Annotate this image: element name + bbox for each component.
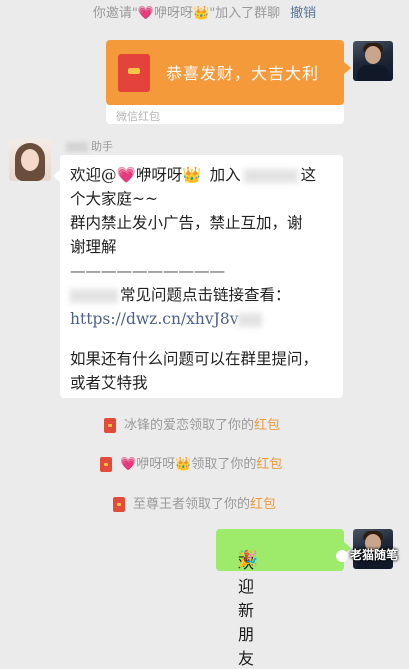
red-packet-claim-notice: 冰锋的爱恋领取了你的红包 [104, 414, 280, 433]
party-popper-icon: 🎉 [238, 549, 258, 568]
avatar-face [365, 46, 381, 64]
message-line: 或者艾特我 [70, 374, 148, 392]
notice-text-end: "加入了群聊 [209, 6, 281, 21]
redacted-text [70, 289, 118, 303]
red-packet-message[interactable]: 恭喜发财，大吉大利 [106, 40, 344, 105]
red-packet-icon [100, 457, 112, 472]
welcome-message-bubble[interactable]: 欢迎@💗咿呀呀👑 加入 这 个大家庭~~ 群内禁止发小广告，禁止互加，谢 谢理解 —… [60, 155, 343, 398]
red-envelope-icon [118, 54, 150, 92]
heart-emoji-icon: 💗 [120, 457, 137, 472]
message-text: 加入 [209, 166, 241, 184]
crown-emoji-icon: 👑 [175, 457, 192, 472]
assistant-avatar[interactable] [9, 139, 51, 181]
bubble-tail [344, 62, 351, 74]
red-packet-link[interactable]: 红包 [250, 497, 276, 512]
message-line: 如果还有什么问题可以在群里提问， [70, 350, 319, 368]
wechat-logo-icon [336, 549, 348, 562]
message-text: 常见问题点击链接查看： [120, 286, 291, 304]
red-packet-footer: 微信红包 [106, 105, 344, 124]
redacted-group-name [243, 169, 298, 183]
message-line: 欢迎@💗咿呀呀👑 加入 这 [70, 163, 316, 187]
link-text[interactable]: https://dwz.cn/xhvJ8v [70, 310, 238, 328]
red-packet-icon [104, 418, 116, 433]
red-packet-claim-notice: 至尊王者领取了你的红包 [113, 493, 276, 512]
notice-text: 至尊王者领取了你的 [133, 497, 251, 512]
message-line: 谢理解 [70, 238, 117, 256]
red-packet-greeting: 恭喜发财，大吉大利 [166, 64, 320, 83]
message-text: 欢迎@ [70, 166, 117, 184]
message-line: 群内禁止发小广告，禁止互加，谢 [70, 214, 303, 232]
heart-emoji-icon: 💗 [116, 166, 136, 184]
message-line: 个大家庭~~ [70, 190, 158, 208]
notice-text: 你邀请" [92, 6, 138, 21]
watermark: 老猫随笔 [336, 546, 398, 563]
message-line: 常见问题点击链接查看： [70, 283, 291, 307]
help-link[interactable]: https://dwz.cn/xhvJ8v [70, 307, 263, 331]
notice-text: 领取了你的 [191, 457, 257, 472]
message-divider: —————————— [70, 262, 225, 280]
redacted-link-tail [238, 313, 263, 327]
sender-suffix: 助手 [91, 140, 113, 153]
watermark-text: 老猫随笔 [350, 548, 399, 562]
avatar-face [21, 149, 39, 171]
red-packet-link[interactable]: 红包 [256, 457, 282, 472]
crown-emoji-icon: 👑 [182, 166, 202, 184]
envelope-seal [128, 68, 140, 74]
red-packet-icon [113, 497, 125, 512]
heart-emoji-icon: 💗 [137, 6, 154, 21]
message-text: 这 [300, 166, 317, 184]
avatar-suit [357, 65, 389, 81]
crown-emoji-icon: 👑 [193, 6, 210, 21]
system-invite-notice: 你邀请"💗咿呀呀👑"加入了群聊 撤销 [0, 2, 409, 21]
revoke-link[interactable]: 撤销 [290, 6, 316, 21]
red-packet-claim-notice: 💗咿呀呀👑领取了你的红包 [100, 453, 282, 472]
bubble-tail [53, 170, 60, 182]
sender-name: 助手 [66, 138, 113, 154]
notice-text: 冰锋的爱恋领取了你的 [124, 418, 255, 433]
my-avatar[interactable] [353, 41, 393, 81]
red-packet-label: 微信红包 [116, 110, 160, 123]
red-packet-link[interactable]: 红包 [254, 418, 280, 433]
claimer-name: 咿呀呀 [136, 457, 176, 472]
invitee-name: 咿呀呀 [153, 6, 193, 21]
redacted-name [66, 142, 88, 152]
welcome-new-friend-bubble[interactable]: 欢迎新朋友 🎉 [216, 529, 344, 668]
mention-name: 咿呀呀 [135, 166, 183, 184]
